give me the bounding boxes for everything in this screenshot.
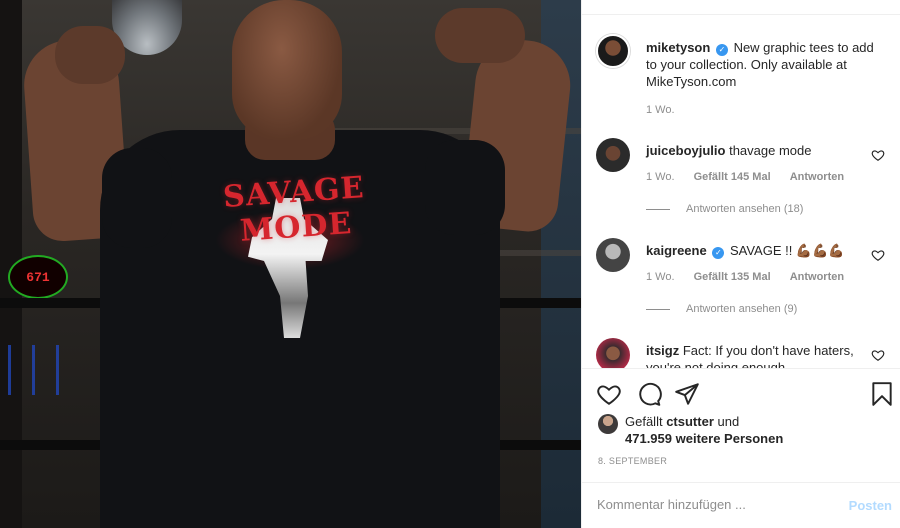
post-photo[interactable]: 671 SAVAGE MODE [0,0,581,528]
left-fist [55,26,125,84]
heart-icon[interactable] [871,148,885,162]
shirt-sleeve [102,148,172,248]
bookmark-icon[interactable] [869,381,895,407]
paper-plane-icon[interactable] [674,381,700,407]
comment-item: itsigz Fact: If you don't have haters, y… [596,338,891,368]
likes-connector: und [717,414,740,429]
likes-count[interactable]: 471.959 [625,431,672,446]
commenter-avatar[interactable] [596,238,630,272]
add-comment-bar: Posten [582,482,900,528]
replies-line [646,208,670,210]
comment-likes[interactable]: Gefällt 135 Mal [694,271,771,283]
comment-body: SAVAGE !! 💪🏾💪🏾💪🏾 [729,243,845,258]
comment-input[interactable] [597,497,827,512]
author-username[interactable]: miketyson [646,40,710,55]
comment-likes[interactable]: Gefällt 145 Mal [694,171,771,183]
comment-age[interactable]: 1 Wo. [646,271,675,283]
reply-button[interactable]: Antworten [790,271,844,283]
comment-text: itsigz Fact: If you don't have haters, y… [646,342,876,368]
comment-text: kaigreene ✓ SAVAGE !! 💪🏾💪🏾💪🏾 [646,242,876,259]
comment-username[interactable]: kaigreene [646,243,707,258]
view-replies-label[interactable]: Antworten ansehen (9) [686,303,797,315]
comment-body: thavage mode [729,143,812,158]
replies-line [646,308,670,310]
verified-icon: ✓ [715,44,728,56]
comment-icon[interactable] [636,381,662,407]
likes-text: Gefällt ctsutter und 471.959 weitere Per… [625,413,885,447]
comment-meta: 1 Wo. Gefällt 145 Mal Antworten [646,171,860,183]
heart-icon[interactable] [871,248,885,262]
scoreboard: 671 [8,255,68,299]
comment-username[interactable]: itsigz [646,343,679,358]
commenter-avatar[interactable] [596,138,630,172]
heart-icon[interactable] [871,348,885,362]
post-button[interactable]: Posten [849,498,892,513]
blue-lights [8,345,68,395]
commenter-avatar[interactable] [596,338,630,368]
verified-icon: ✓ [712,247,725,259]
liker-username[interactable]: ctsutter [666,414,714,429]
comment-meta: 1 Wo. Gefällt 135 Mal Antworten [646,271,860,283]
caption-meta: 1 Wo. [646,104,691,116]
heart-icon[interactable] [596,381,622,407]
post-date[interactable]: 8. SEPTEMBER [598,456,667,466]
comment-age[interactable]: 1 Wo. [646,171,675,183]
reply-button[interactable]: Antworten [790,171,844,183]
comment-text: juiceboyjulio thavage mode [646,142,876,159]
liker-avatar[interactable] [598,414,618,434]
likes-suffix[interactable]: weitere Personen [676,431,784,446]
comment-username[interactable]: juiceboyjulio [646,143,725,158]
likes-prefix: Gefällt [625,414,663,429]
action-bar [582,368,900,416]
caption-age[interactable]: 1 Wo. [646,104,675,116]
head [232,0,342,140]
view-replies[interactable]: Antworten ansehen (18) [646,203,803,215]
shirt-sleeve [425,140,505,235]
author-avatar[interactable] [596,34,630,68]
post-sidebar: miketyson ✓ New graphic tees to add to y… [581,0,900,528]
view-replies[interactable]: Antworten ansehen (9) [646,303,797,315]
divider [582,14,900,15]
caption-text: miketyson ✓ New graphic tees to add to y… [646,39,876,90]
right-fist [435,8,525,63]
view-replies-label[interactable]: Antworten ansehen (18) [686,203,803,215]
